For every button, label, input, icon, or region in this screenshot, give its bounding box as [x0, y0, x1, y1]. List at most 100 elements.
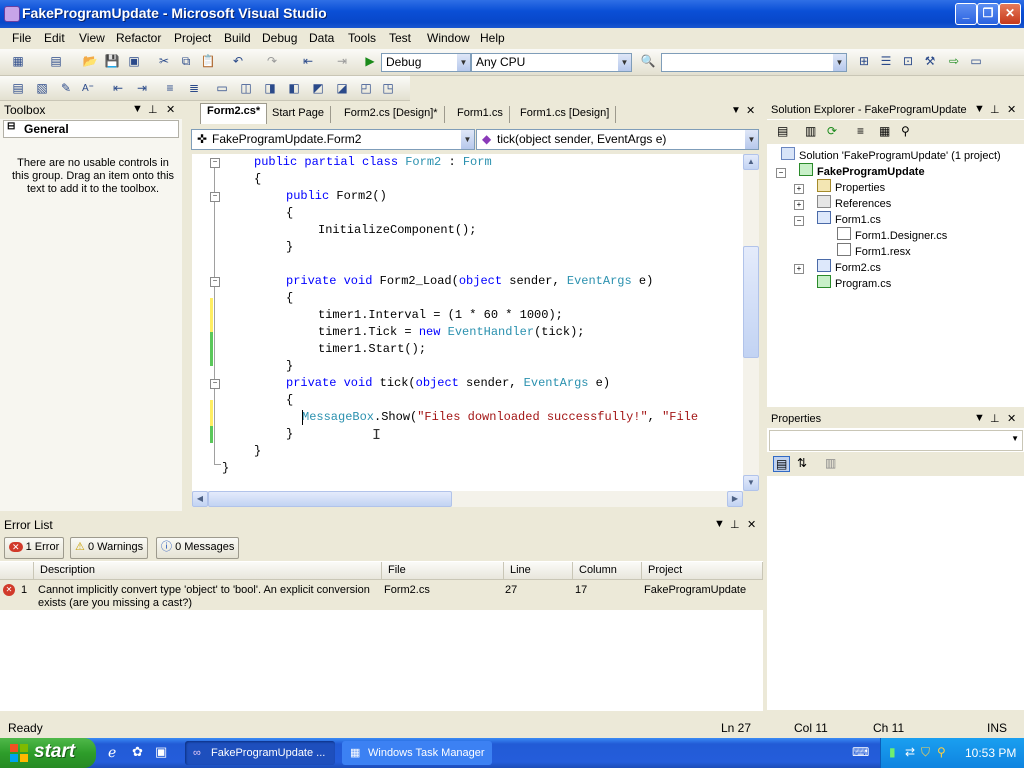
auto-hide-pin-icon[interactable]: ⊥	[990, 103, 1000, 116]
menu-window[interactable]: Window	[427, 31, 470, 45]
toggle-bookmark-icon[interactable]: ▭	[214, 80, 230, 96]
show-all-files-icon[interactable]: ▥	[805, 124, 816, 138]
tree-solution[interactable]: Solution 'FakeProgramUpdate' (1 project)	[781, 147, 1001, 162]
column-header-line[interactable]: Line	[504, 562, 573, 580]
code-text-area[interactable]: − − − − public partial class Form2 : For…	[192, 154, 743, 491]
security-icon[interactable]: ⛉	[921, 745, 930, 760]
next-bookmark-folder-icon[interactable]: ◩	[310, 80, 326, 96]
find-in-files-icon[interactable]: 🔍	[640, 53, 656, 69]
save-icon[interactable]: 💾	[104, 53, 120, 69]
previous-bookmark-icon[interactable]: ◫	[238, 80, 254, 96]
redo-icon[interactable]: ↷	[264, 53, 280, 69]
view-code-icon[interactable]: ≡	[857, 124, 864, 138]
minimize-button[interactable]: _	[955, 3, 977, 25]
object-selector-combo[interactable]: ▼	[769, 430, 1023, 451]
uncomment-icon[interactable]: ≣	[186, 80, 202, 96]
close-icon[interactable]: ✕	[747, 518, 756, 531]
tree-item-form1[interactable]: Form1.cs	[817, 211, 881, 226]
menu-tools[interactable]: Tools	[348, 31, 376, 45]
scroll-thumb[interactable]	[743, 246, 759, 358]
tree-item-program[interactable]: Program.cs	[817, 275, 891, 290]
show-desktop-icon[interactable]: ▣	[155, 744, 167, 760]
scroll-left-button[interactable]: ◀	[192, 491, 208, 507]
menu-test[interactable]: Test	[389, 31, 411, 45]
collapse-icon[interactable]: −	[210, 192, 220, 202]
network-icon[interactable]: ⇄	[905, 745, 915, 759]
active-files-icon[interactable]: ▼	[731, 105, 741, 116]
scroll-up-button[interactable]: ▲	[743, 154, 759, 170]
undo-icon[interactable]: ↶	[230, 53, 246, 69]
column-header-description[interactable]: Description	[34, 562, 382, 580]
cut-icon[interactable]: ✂	[156, 53, 172, 69]
save-all-icon[interactable]: ▣	[126, 53, 142, 69]
menu-help[interactable]: Help	[480, 31, 505, 45]
start-page-icon[interactable]: ⇨	[946, 53, 962, 69]
warnings-filter-button[interactable]: ⚠ 0 Warnings	[70, 537, 149, 559]
tab-form2-design[interactable]: Form2.cs [Design]*	[338, 106, 445, 123]
clock[interactable]: 10:53 PM	[965, 746, 1016, 760]
collapse-icon[interactable]: −	[776, 168, 786, 178]
refresh-icon[interactable]: ⟳	[827, 124, 837, 138]
menu-debug[interactable]: Debug	[262, 31, 297, 45]
toolbox-icon[interactable]: ⚒	[922, 53, 938, 69]
close-icon[interactable]: ✕	[166, 103, 175, 116]
tree-project[interactable]: FakeProgramUpdate	[799, 163, 925, 178]
display-quick-info-icon[interactable]: ✎	[58, 80, 74, 96]
tree-item-form1-resx[interactable]: Form1.resx	[837, 243, 911, 258]
paste-icon[interactable]: 📋	[200, 53, 216, 69]
scroll-thumb[interactable]	[208, 491, 452, 507]
expand-icon[interactable]: +	[794, 184, 804, 194]
menu-view[interactable]: View	[79, 31, 105, 45]
restore-button[interactable]: ❐	[977, 3, 999, 25]
navigate-forward-icon[interactable]: ⇥	[334, 53, 350, 69]
scroll-down-button[interactable]: ▼	[743, 475, 759, 491]
internet-explorer-icon[interactable]: ℯ	[108, 744, 116, 761]
categorized-icon[interactable]: ▤	[773, 456, 791, 472]
view-class-diagram-icon[interactable]: ⚲	[901, 124, 910, 138]
tree-item-form1-designer[interactable]: Form1.Designer.cs	[837, 227, 947, 242]
collapse-icon[interactable]: −	[794, 216, 804, 226]
taskbar-item-visual-studio[interactable]: ∞ FakeProgramUpdate ...	[185, 741, 335, 765]
column-header-icon[interactable]	[0, 562, 34, 580]
tab-form1-cs[interactable]: Form1.cs	[451, 106, 510, 123]
property-pages-icon[interactable]: ▥	[825, 456, 836, 470]
expand-icon[interactable]: +	[794, 200, 804, 210]
tab-form2-cs[interactable]: Form2.cs*	[200, 103, 268, 124]
display-parameter-info-icon[interactable]: ▧	[34, 80, 50, 96]
tree-item-properties[interactable]: Properties	[817, 179, 885, 194]
window-position-icon[interactable]: ▼	[714, 518, 725, 530]
new-project-icon[interactable]: ▦	[10, 53, 26, 69]
member-navigation-combo[interactable]: ◆ tick(object sender, EventArgs e) ▼	[476, 129, 759, 150]
auto-hide-pin-icon[interactable]: ⊥	[148, 103, 158, 116]
solution-explorer-icon[interactable]: ⊞	[856, 53, 872, 69]
comment-out-icon[interactable]: ≡	[162, 80, 178, 96]
menu-build[interactable]: Build	[224, 31, 251, 45]
close-button[interactable]: ✕	[999, 3, 1021, 25]
copy-icon[interactable]: ⧉	[178, 53, 194, 69]
auto-hide-pin-icon[interactable]: ⊥	[990, 412, 1000, 425]
editor-horizontal-scrollbar[interactable]: ◀ ▶	[192, 491, 743, 507]
alphabetical-icon[interactable]: ⇅	[797, 456, 807, 470]
properties-icon[interactable]: ▤	[777, 124, 788, 138]
editor-vertical-scrollbar[interactable]: ▲ ▼	[743, 154, 759, 491]
tree-item-references[interactable]: References	[817, 195, 891, 210]
title-bar[interactable]: FakeProgramUpdate - Microsoft Visual Stu…	[0, 0, 1024, 28]
display-object-member-list-icon[interactable]: ▤	[10, 80, 26, 96]
media-player-icon[interactable]: ✿	[132, 744, 143, 760]
solution-configuration-combo[interactable]: Debug ▼	[381, 53, 471, 72]
search-icon[interactable]: ⚲	[937, 745, 946, 759]
errors-filter-button[interactable]: ✕ 1 Error	[4, 537, 65, 559]
column-header-file[interactable]: File	[382, 562, 504, 580]
decrease-indent-icon[interactable]: ⇤	[110, 80, 126, 96]
complete-word-icon[interactable]: A⁼	[80, 80, 96, 96]
close-icon[interactable]: ✕	[1007, 103, 1016, 116]
messages-filter-button[interactable]: ⓘ 0 Messages	[156, 537, 240, 559]
view-designer-icon[interactable]: ▦	[879, 124, 890, 138]
start-button[interactable]: start	[0, 738, 96, 768]
menu-data[interactable]: Data	[309, 31, 334, 45]
expand-icon[interactable]: +	[794, 264, 804, 274]
tab-start-page[interactable]: Start Page	[266, 106, 331, 123]
collapse-icon[interactable]: −	[210, 379, 220, 389]
auto-hide-pin-icon[interactable]: ⊥	[730, 518, 740, 531]
clear-bookmarks-icon[interactable]: ◳	[380, 80, 396, 96]
